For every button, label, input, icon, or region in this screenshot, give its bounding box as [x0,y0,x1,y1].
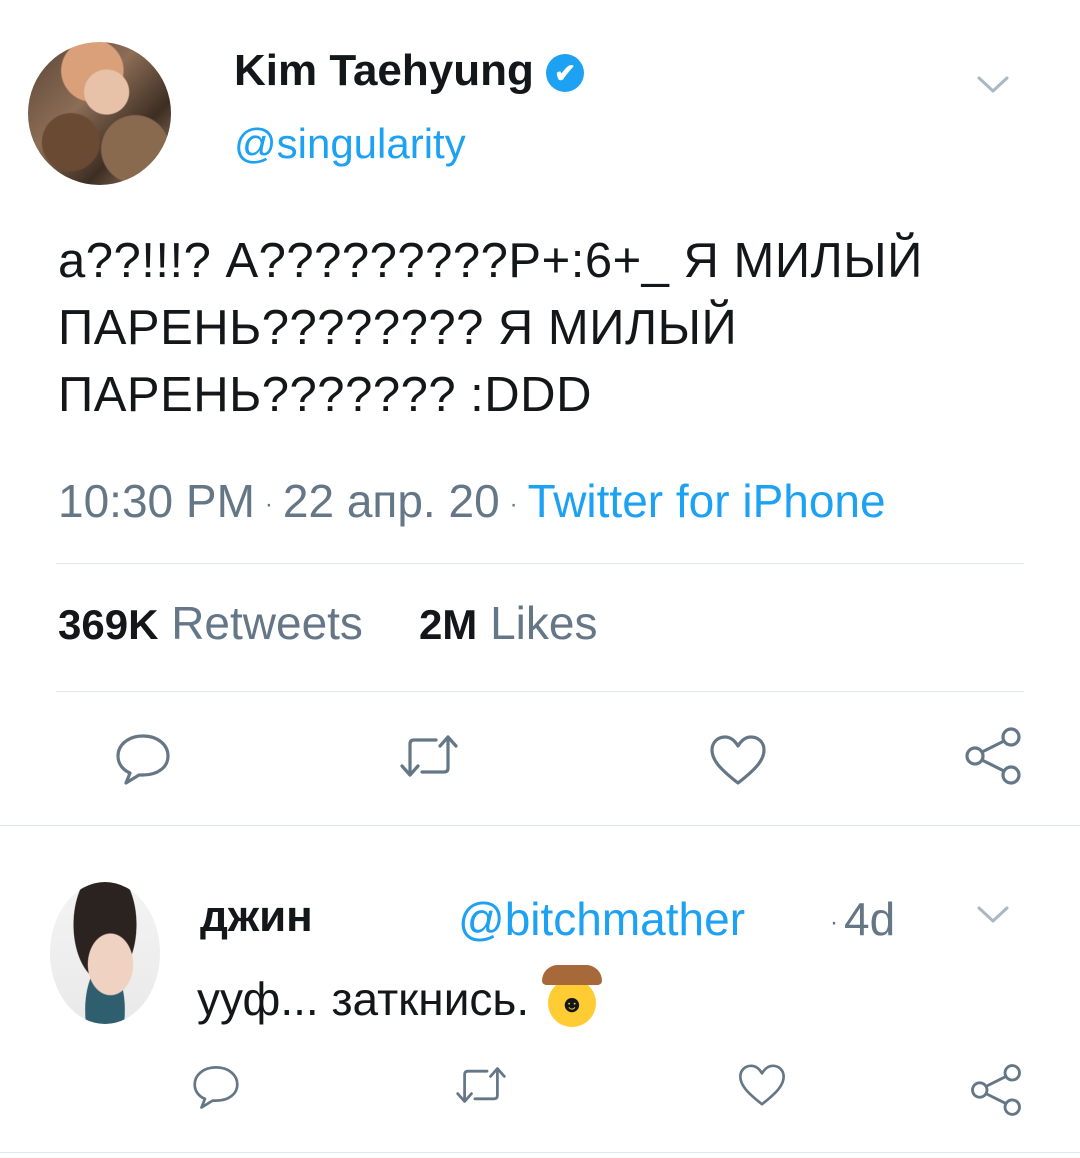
author-name-row: Kim Taehyung ✔ [234,46,585,96]
like-icon[interactable] [737,1062,787,1108]
retweet-icon[interactable] [454,1066,508,1104]
author-name[interactable]: Kim Taehyung [234,46,534,95]
reply-text: ууф... заткнись. [197,973,530,1025]
reply-text-row: ууф... заткнись. ☻ [197,964,602,1027]
share-icon[interactable] [962,725,1024,787]
cowboy-hat-face-emoji: ☻ [541,964,602,1027]
tweet-time: 10:30 PM [58,475,255,527]
tweet-stats: 369K Retweets 2M Likes [58,596,653,650]
divider [56,563,1024,564]
retweets-stat[interactable]: 369K Retweets [58,597,419,649]
reply-icon[interactable] [114,732,172,786]
divider [0,825,1080,826]
share-icon[interactable] [968,1062,1024,1118]
meta-separator: · [264,490,273,518]
meta-separator: · [830,908,838,936]
divider [0,1152,1080,1153]
like-icon[interactable] [708,733,768,787]
reply-age: 4d [844,893,896,945]
retweets-label: Retweets [171,597,363,649]
reply-author-name[interactable]: джин [200,892,313,942]
tweet-text: а??!!!? А?????????Р+:6+_ Я МИЛЫЙ ПАРЕНЬ?… [58,234,923,422]
reply-icon[interactable] [191,1064,241,1110]
tweet-source-link[interactable]: Twitter for iPhone [528,475,886,527]
tweet-meta: 10:30 PM · 22 апр. 20 · Twitter for iPhone [58,474,886,528]
verified-badge-icon: ✔ [546,54,585,93]
reply-author-handle[interactable]: @bitchmather [458,892,745,946]
likes-count: 2M [418,601,478,648]
reply-time: · 4d [830,892,895,946]
avatar[interactable] [28,42,171,185]
chevron-down-icon[interactable] [976,904,1010,926]
likes-stat[interactable]: 2M Likes [419,597,654,649]
reply-avatar[interactable] [50,882,160,1024]
retweet-icon[interactable] [398,734,460,778]
chevron-down-icon[interactable] [976,74,1010,96]
author-handle[interactable]: @singularity [234,120,466,168]
retweets-count: 369K [58,601,159,648]
meta-separator: · [509,490,518,518]
tweet-date: 22 апр. 20 [282,475,500,527]
likes-label: Likes [490,597,598,649]
divider [56,691,1024,692]
